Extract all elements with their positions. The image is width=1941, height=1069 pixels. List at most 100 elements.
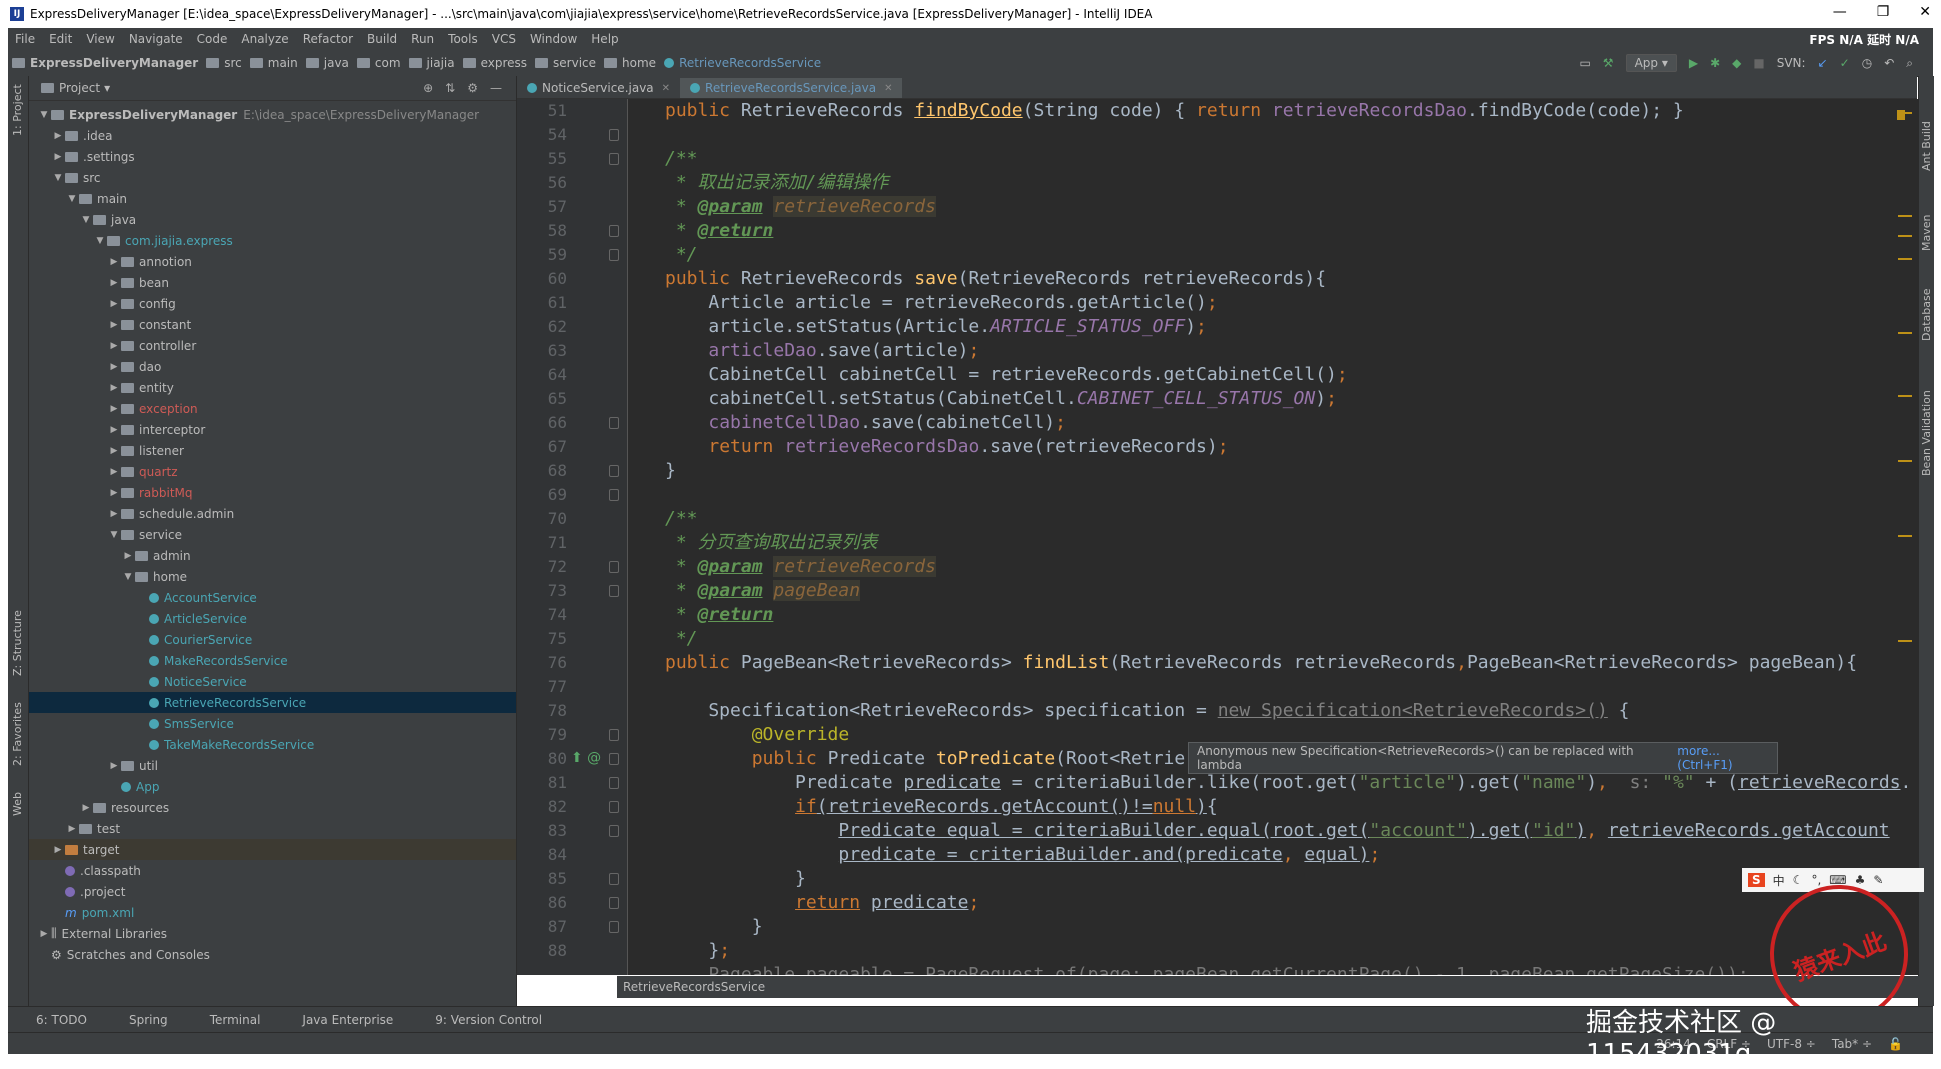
expand-right-icon[interactable]: ▶: [107, 257, 121, 267]
close-icon[interactable]: ✕: [662, 83, 670, 94]
expand-down-icon[interactable]: ▼: [51, 173, 65, 183]
nav-crumb-class[interactable]: RetrieveRecordsService: [660, 56, 825, 70]
expand-right-icon[interactable]: ▶: [107, 509, 121, 519]
run-config-select[interactable]: App ▾: [1625, 54, 1677, 72]
tree-item[interactable]: ▶ config: [29, 293, 516, 314]
svn-update-icon[interactable]: ↙: [1818, 56, 1828, 70]
tree-item[interactable]: ▶ .idea: [29, 125, 516, 146]
menu-run[interactable]: Run: [404, 32, 441, 46]
tool-tab-favorites[interactable]: 2: Favorites: [11, 702, 24, 766]
expand-right-icon[interactable]: ▶: [107, 362, 121, 372]
svn-commit-icon[interactable]: ✓: [1840, 56, 1850, 70]
expand-down-icon[interactable]: ▼: [79, 215, 93, 225]
coverage-icon[interactable]: ◆: [1732, 56, 1741, 70]
tree-item[interactable]: ▶ admin: [29, 545, 516, 566]
warning-marker[interactable]: [1898, 535, 1912, 537]
history-icon[interactable]: ◷: [1862, 56, 1872, 70]
wrench-icon[interactable]: ✎: [1873, 873, 1883, 887]
tree-item[interactable]: ⚙ Scratches and Consoles: [29, 944, 516, 965]
tool-tab-bean-validation[interactable]: Bean Validation: [1920, 390, 1933, 476]
menu-edit[interactable]: Edit: [42, 32, 79, 46]
expand-down-icon[interactable]: ▼: [107, 530, 121, 540]
nav-crumb-express[interactable]: express: [459, 56, 531, 70]
tree-item[interactable]: ▶ .settings: [29, 146, 516, 167]
warning-marker[interactable]: [1898, 215, 1912, 217]
tree-item[interactable]: RetrieveRecordsService: [29, 692, 516, 713]
tree-item[interactable]: ▶ controller: [29, 335, 516, 356]
fold-marker-icon[interactable]: [609, 489, 619, 501]
expand-right-icon[interactable]: ▶: [107, 761, 121, 771]
expand-right-icon[interactable]: ▶: [107, 404, 121, 414]
skin-icon[interactable]: ♣: [1855, 873, 1866, 887]
close-icon[interactable]: ✕: [884, 83, 892, 94]
run-icon[interactable]: ▶: [1689, 56, 1698, 70]
build-hammer-icon[interactable]: ⚒: [1603, 56, 1614, 70]
fold-marker-icon[interactable]: [609, 777, 619, 789]
menu-tools[interactable]: Tools: [441, 32, 485, 46]
tree-item[interactable]: ▶ entity: [29, 377, 516, 398]
tree-item[interactable]: App: [29, 776, 516, 797]
tooltip-more-link[interactable]: more... (Ctrl+F1): [1677, 744, 1777, 772]
collapse-all-icon[interactable]: ⇅: [445, 81, 455, 95]
debug-icon[interactable]: ✱: [1710, 56, 1720, 70]
nav-crumb-jiajia[interactable]: jiajia: [405, 56, 459, 70]
tree-item[interactable]: ▶ resources: [29, 797, 516, 818]
tab-notice-service[interactable]: NoticeService.java ✕: [517, 78, 680, 98]
inspection-status-icon[interactable]: [1897, 110, 1905, 120]
tool-tab-ant-build[interactable]: Ant Build: [1920, 121, 1933, 171]
tool-todo[interactable]: 6: TODO: [8, 1013, 101, 1027]
tree-item[interactable]: ▶ test: [29, 818, 516, 839]
nav-crumb-home[interactable]: home: [600, 56, 660, 70]
tool-tab-structure[interactable]: Z: Structure: [11, 610, 24, 676]
menu-code[interactable]: Code: [190, 32, 235, 46]
stop-icon[interactable]: ■: [1753, 56, 1764, 70]
fold-marker-icon[interactable]: [609, 129, 619, 141]
expand-down-icon[interactable]: ▼: [37, 110, 51, 120]
nav-crumb-java[interactable]: java: [302, 56, 353, 70]
menu-build[interactable]: Build: [360, 32, 404, 46]
breadcrumb-class[interactable]: RetrieveRecordsService: [623, 980, 765, 994]
warning-marker[interactable]: [1898, 332, 1912, 334]
menu-navigate[interactable]: Navigate: [122, 32, 190, 46]
tree-item[interactable]: ▼ src: [29, 167, 516, 188]
close-button[interactable]: ✕: [1919, 4, 1931, 20]
expand-right-icon[interactable]: ▶: [107, 278, 121, 288]
menu-help[interactable]: Help: [584, 32, 625, 46]
fold-marker-icon[interactable]: [609, 753, 619, 765]
expand-right-icon[interactable]: ▶: [107, 341, 121, 351]
tree-item[interactable]: ▼ ExpressDeliveryManager E:\idea_space\Exp…: [29, 104, 516, 125]
expand-right-icon[interactable]: ▶: [121, 551, 135, 561]
tool-tab-project[interactable]: 1: Project: [11, 84, 24, 136]
menu-view[interactable]: View: [79, 32, 121, 46]
layout-icon[interactable]: ▭: [1579, 56, 1590, 70]
expand-right-icon[interactable]: ▶: [79, 803, 93, 813]
ime-mode[interactable]: 中: [1773, 872, 1785, 889]
tool-java-enterprise[interactable]: Java Enterprise: [274, 1013, 407, 1027]
expand-right-icon[interactable]: ▶: [107, 425, 121, 435]
sogou-icon[interactable]: S: [1748, 873, 1765, 887]
nav-crumb-main[interactable]: main: [246, 56, 302, 70]
tree-item[interactable]: ▼ com.jiajia.express: [29, 230, 516, 251]
expand-right-icon[interactable]: ▶: [37, 929, 51, 939]
tree-item[interactable]: ▼ main: [29, 188, 516, 209]
tree-item[interactable]: ▶ rabbitMq: [29, 482, 516, 503]
tree-item[interactable]: .project: [29, 881, 516, 902]
fold-marker-icon[interactable]: [609, 873, 619, 885]
warning-marker[interactable]: [1898, 258, 1912, 260]
fold-marker-icon[interactable]: [609, 153, 619, 165]
tree-item[interactable]: .classpath: [29, 860, 516, 881]
tree-item[interactable]: ▼ home: [29, 566, 516, 587]
expand-right-icon[interactable]: ▶: [65, 824, 79, 834]
tree-item[interactable]: CourierService: [29, 629, 516, 650]
tree-item[interactable]: ▶ listener: [29, 440, 516, 461]
tree-item[interactable]: NoticeService: [29, 671, 516, 692]
code-editor[interactable]: public RetrieveRecords findByCode(String…: [628, 99, 1918, 975]
tree-item[interactable]: ▶ interceptor: [29, 419, 516, 440]
tree-item[interactable]: ▶ bean: [29, 272, 516, 293]
nav-crumb-src[interactable]: src: [202, 56, 246, 70]
tool-version-control[interactable]: 9: Version Control: [407, 1013, 556, 1027]
expand-right-icon[interactable]: ▶: [107, 383, 121, 393]
warning-marker[interactable]: [1898, 640, 1912, 642]
tool-tab-maven[interactable]: Maven: [1920, 215, 1933, 251]
fold-marker-icon[interactable]: [609, 225, 619, 237]
